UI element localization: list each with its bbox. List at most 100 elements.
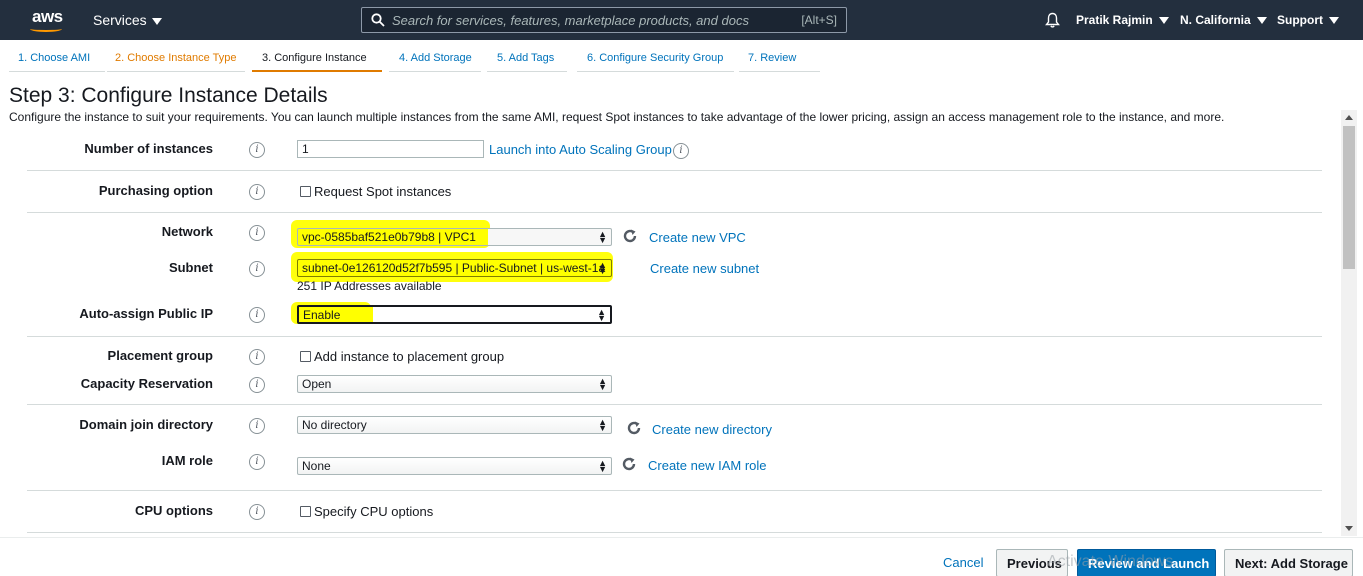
aws-smile-icon: [30, 26, 62, 32]
page-description: Configure the instance to suit your requ…: [9, 110, 1225, 124]
launch-into-auto-scaling-link[interactable]: Launch into Auto Scaling Group: [489, 142, 672, 157]
search-shortcut: [Alt+S]: [801, 13, 837, 27]
ip-addresses-available: 251 IP Addresses available: [297, 279, 442, 293]
create-new-directory-link[interactable]: Create new directory: [652, 422, 772, 437]
placement-group-label: Placement group: [107, 348, 213, 363]
request-spot-instances-checkbox[interactable]: Request Spot instances: [300, 184, 451, 199]
caret-down-icon: [1158, 17, 1169, 25]
network-select[interactable]: vpc-0585baf521e0b79b8 | VPC1 ▲ ▼: [297, 228, 612, 246]
search-input[interactable]: [392, 11, 782, 29]
add-to-placement-group-checkbox[interactable]: Add instance to placement group: [300, 349, 504, 364]
configure-instance-form: Number of instances i Launch into Auto S…: [0, 128, 1340, 536]
checkbox-box[interactable]: [300, 186, 311, 197]
tab-underline: [9, 71, 105, 72]
select-arrow-icon: ▲ ▼: [598, 417, 607, 433]
caret-down-icon: [151, 17, 162, 25]
scroll-down-arrow-icon[interactable]: [1345, 526, 1353, 531]
specify-cpu-options-checkbox[interactable]: Specify CPU options: [300, 504, 433, 519]
next-add-storage-button[interactable]: Next: Add Storage: [1224, 549, 1353, 576]
info-icon[interactable]: i: [249, 418, 265, 434]
select-arrow-icon: ▲ ▼: [598, 260, 607, 276]
capacity-reservation-label: Capacity Reservation: [80, 376, 213, 391]
subnet-select-value: subnet-0e126120d52f7b595 | Public-Subnet…: [302, 261, 606, 275]
cancel-button[interactable]: Cancel: [933, 552, 993, 572]
create-new-subnet-link[interactable]: Create new subnet: [650, 261, 759, 276]
caret-down-icon: [1256, 17, 1267, 25]
create-new-vpc-link[interactable]: Create new VPC: [649, 230, 746, 245]
purchasing-option-label: Purchasing option: [98, 183, 213, 198]
services-label: Services: [93, 12, 147, 28]
capacity-reservation-select[interactable]: Open ▲ ▼: [297, 375, 612, 393]
refresh-icon[interactable]: [622, 228, 638, 244]
tab-review[interactable]: 7. Review: [748, 52, 796, 73]
aws-logo[interactable]: aws: [28, 7, 68, 33]
tab-underline: [487, 71, 567, 72]
info-icon[interactable]: i: [249, 184, 265, 200]
info-icon[interactable]: i: [673, 143, 689, 159]
tab-add-tags[interactable]: 5. Add Tags: [497, 52, 554, 73]
capacity-reservation-value: Open: [302, 377, 332, 391]
tab-underline: [739, 71, 820, 72]
request-spot-instances-label: Request Spot instances: [314, 184, 452, 199]
network-label: Network: [161, 224, 213, 239]
info-icon[interactable]: i: [249, 142, 265, 158]
domain-join-directory-label: Domain join directory: [79, 417, 213, 432]
checkbox-box[interactable]: [300, 506, 311, 517]
iam-role-label: IAM role: [161, 453, 213, 468]
number-of-instances-label: Number of instances: [84, 141, 213, 156]
scrollbar-thumb[interactable]: [1343, 126, 1355, 269]
info-icon[interactable]: i: [249, 349, 265, 365]
tab-underline-active: [252, 70, 382, 72]
support-label: Support: [1277, 13, 1323, 27]
page-title: Step 3: Configure Instance Details: [9, 84, 328, 107]
subnet-select[interactable]: subnet-0e126120d52f7b595 | Public-Subnet…: [297, 259, 612, 277]
domain-join-directory-value: No directory: [302, 418, 367, 432]
iam-role-select[interactable]: None ▲ ▼: [297, 457, 612, 475]
network-select-value: vpc-0585baf521e0b79b8 | VPC1: [302, 230, 476, 244]
divider: [27, 404, 1322, 405]
tab-choose-instance-type[interactable]: 2. Choose Instance Type: [115, 52, 237, 73]
info-icon[interactable]: i: [249, 454, 265, 470]
auto-assign-public-ip-label: Auto-assign Public IP: [79, 306, 213, 321]
checkbox-box[interactable]: [300, 351, 311, 362]
services-menu[interactable]: Services: [93, 12, 162, 28]
divider: [27, 212, 1322, 213]
auto-assign-public-ip-select[interactable]: Enable ▲ ▼: [297, 305, 612, 324]
info-icon[interactable]: i: [249, 225, 265, 241]
select-arrow-icon: ▲ ▼: [598, 229, 607, 245]
info-icon[interactable]: i: [249, 504, 265, 520]
divider: [27, 532, 1322, 533]
wizard-footer: Cancel Previous Review and Launch Next: …: [0, 537, 1363, 576]
user-name: Pratik Rajmin: [1076, 13, 1153, 27]
refresh-icon[interactable]: [621, 456, 637, 472]
cpu-options-label: CPU options: [135, 503, 213, 518]
tab-underline: [107, 71, 245, 72]
auto-assign-public-ip-value: Enable: [303, 308, 341, 322]
search-box[interactable]: [Alt+S]: [361, 7, 847, 33]
tab-add-storage[interactable]: 4. Add Storage: [399, 52, 472, 73]
info-icon[interactable]: i: [249, 307, 265, 323]
refresh-icon[interactable]: [626, 420, 642, 436]
select-arrow-icon: ▲ ▼: [598, 376, 607, 392]
domain-join-directory-select[interactable]: No directory ▲ ▼: [297, 416, 612, 434]
create-new-iam-role-link[interactable]: Create new IAM role: [648, 458, 767, 473]
number-of-instances-input[interactable]: [297, 140, 484, 158]
top-navigation-bar: aws Services [Alt+S] Pratik Rajmin N. Ca…: [0, 0, 1363, 40]
activate-windows-watermark: Activate Windows: [1047, 553, 1174, 570]
info-icon[interactable]: i: [249, 261, 265, 277]
select-arrow-icon: ▲ ▼: [598, 458, 607, 474]
support-menu[interactable]: Support: [1277, 13, 1339, 27]
tab-choose-ami[interactable]: 1. Choose AMI: [18, 52, 90, 73]
tab-underline: [389, 71, 481, 72]
region-menu[interactable]: N. California: [1180, 13, 1267, 27]
scroll-up-arrow-icon[interactable]: [1345, 115, 1353, 120]
vertical-scrollbar[interactable]: [1341, 110, 1357, 536]
user-menu[interactable]: Pratik Rajmin: [1076, 13, 1169, 27]
wizard-steps: 1. Choose AMI 2. Choose Instance Type 3.…: [0, 40, 1363, 76]
caret-down-icon: [1329, 17, 1339, 25]
info-icon[interactable]: i: [249, 377, 265, 393]
tab-configure-security-group[interactable]: 6. Configure Security Group: [587, 52, 723, 73]
divider: [27, 170, 1322, 171]
bell-icon[interactable]: [1045, 12, 1060, 28]
tab-underline: [577, 71, 734, 72]
